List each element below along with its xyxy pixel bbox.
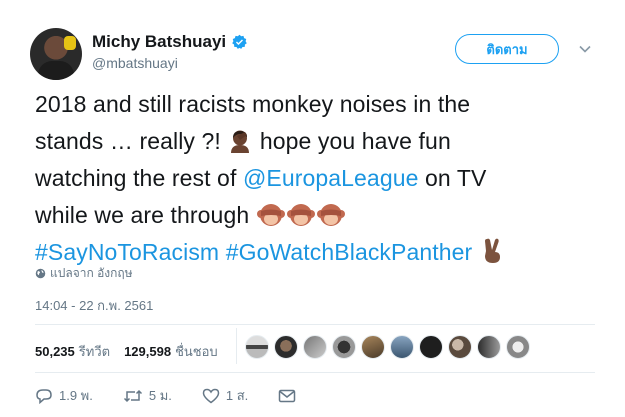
- reply-icon: [36, 388, 52, 404]
- tweet-line-1: 2018 and still racists monkey noises in …: [35, 86, 605, 123]
- divider: [35, 324, 595, 325]
- hashtag-link[interactable]: #SayNoToRacism: [35, 239, 219, 265]
- liker-avatar[interactable]: [419, 335, 443, 359]
- see-no-evil-monkey-icon: [256, 204, 285, 226]
- like-count: 1 ส.: [225, 388, 249, 403]
- translate-link[interactable]: แปลจาก อังกฤษ: [35, 264, 133, 283]
- victory-hand-icon: [484, 238, 500, 263]
- like-button[interactable]: 1 ส.: [202, 385, 248, 406]
- retweets-stat[interactable]: 50,235 รีทวีต: [35, 341, 110, 362]
- stats-separator: [236, 328, 237, 364]
- heart-icon: [202, 388, 220, 403]
- envelope-icon: [279, 389, 296, 402]
- retweets-label: รีทวีต: [78, 344, 111, 359]
- tweet-text-segment: hope you have fun: [253, 128, 451, 154]
- liker-avatar[interactable]: [303, 335, 327, 359]
- tweet-text-segment: while we are through: [35, 202, 256, 228]
- retweet-icon: [123, 389, 142, 402]
- follow-button[interactable]: ติดตาม: [455, 34, 559, 64]
- tweet-line-4: while we are through: [35, 197, 605, 234]
- tweet-line-2: stands … really ?! hope you have fun: [35, 123, 605, 160]
- liker-avatar[interactable]: [245, 335, 269, 359]
- liker-avatars: [245, 335, 535, 359]
- likes-count: 129,598: [124, 344, 172, 359]
- tweet-text-segment: 2018 and still racists monkey noises in …: [35, 91, 471, 117]
- tweet-text-segment: stands … really ?!: [35, 128, 228, 154]
- tweet-text: 2018 and still racists monkey noises in …: [35, 86, 605, 271]
- tweet-text-segment: on TV: [418, 165, 487, 191]
- user-handle[interactable]: @mbatshuayi: [92, 55, 178, 71]
- retweets-count: 50,235: [35, 344, 75, 359]
- divider: [35, 372, 595, 373]
- reply-count: 1.9 พ.: [59, 388, 93, 403]
- tweet-stats: 50,235 รีทวีต 129,598 ชื่นชอบ: [35, 341, 232, 362]
- liker-avatar[interactable]: [506, 335, 530, 359]
- liker-avatar[interactable]: [361, 335, 385, 359]
- tweet-actions: 1.9 พ. 5 ม. 1 ส.: [35, 385, 332, 406]
- liker-avatar[interactable]: [477, 335, 501, 359]
- liker-avatar[interactable]: [448, 335, 472, 359]
- retweet-button[interactable]: 5 ม.: [123, 385, 172, 406]
- avatar-glove: [64, 36, 76, 50]
- see-no-evil-monkey-icon: [316, 204, 345, 226]
- user-name[interactable]: Michy Batshuayi: [92, 32, 226, 52]
- avatar-shirt: [38, 61, 74, 80]
- likes-label: ชื่นชอบ: [175, 344, 218, 359]
- mention-link[interactable]: @EuropaLeague: [243, 165, 419, 191]
- retweet-count: 5 ม.: [148, 388, 172, 403]
- hashtag-link[interactable]: #GoWatchBlackPanther: [226, 239, 473, 265]
- chevron-down-icon[interactable]: [578, 42, 592, 56]
- avatar[interactable]: [30, 28, 82, 80]
- direct-message-button[interactable]: [278, 389, 302, 403]
- tweet-text-segment: watching the rest of: [35, 165, 243, 191]
- tweet-timestamp[interactable]: 14:04 - 22 ก.พ. 2561: [35, 295, 153, 316]
- liker-avatar[interactable]: [332, 335, 356, 359]
- likes-stat[interactable]: 129,598 ชื่นชอบ: [124, 341, 218, 362]
- globe-icon: [35, 268, 46, 279]
- liker-avatar[interactable]: [390, 335, 414, 359]
- tweet-line-3: watching the rest of @EuropaLeague on TV: [35, 160, 605, 197]
- user-name-row[interactable]: Michy Batshuayi: [92, 32, 248, 52]
- reply-button[interactable]: 1.9 พ.: [35, 385, 93, 406]
- verified-badge-icon: [232, 34, 247, 49]
- liker-avatar[interactable]: [274, 335, 298, 359]
- see-no-evil-monkey-icon: [286, 204, 315, 226]
- translate-label[interactable]: แปลจาก อังกฤษ: [50, 264, 133, 283]
- facepalm-emoji-icon: [231, 130, 250, 153]
